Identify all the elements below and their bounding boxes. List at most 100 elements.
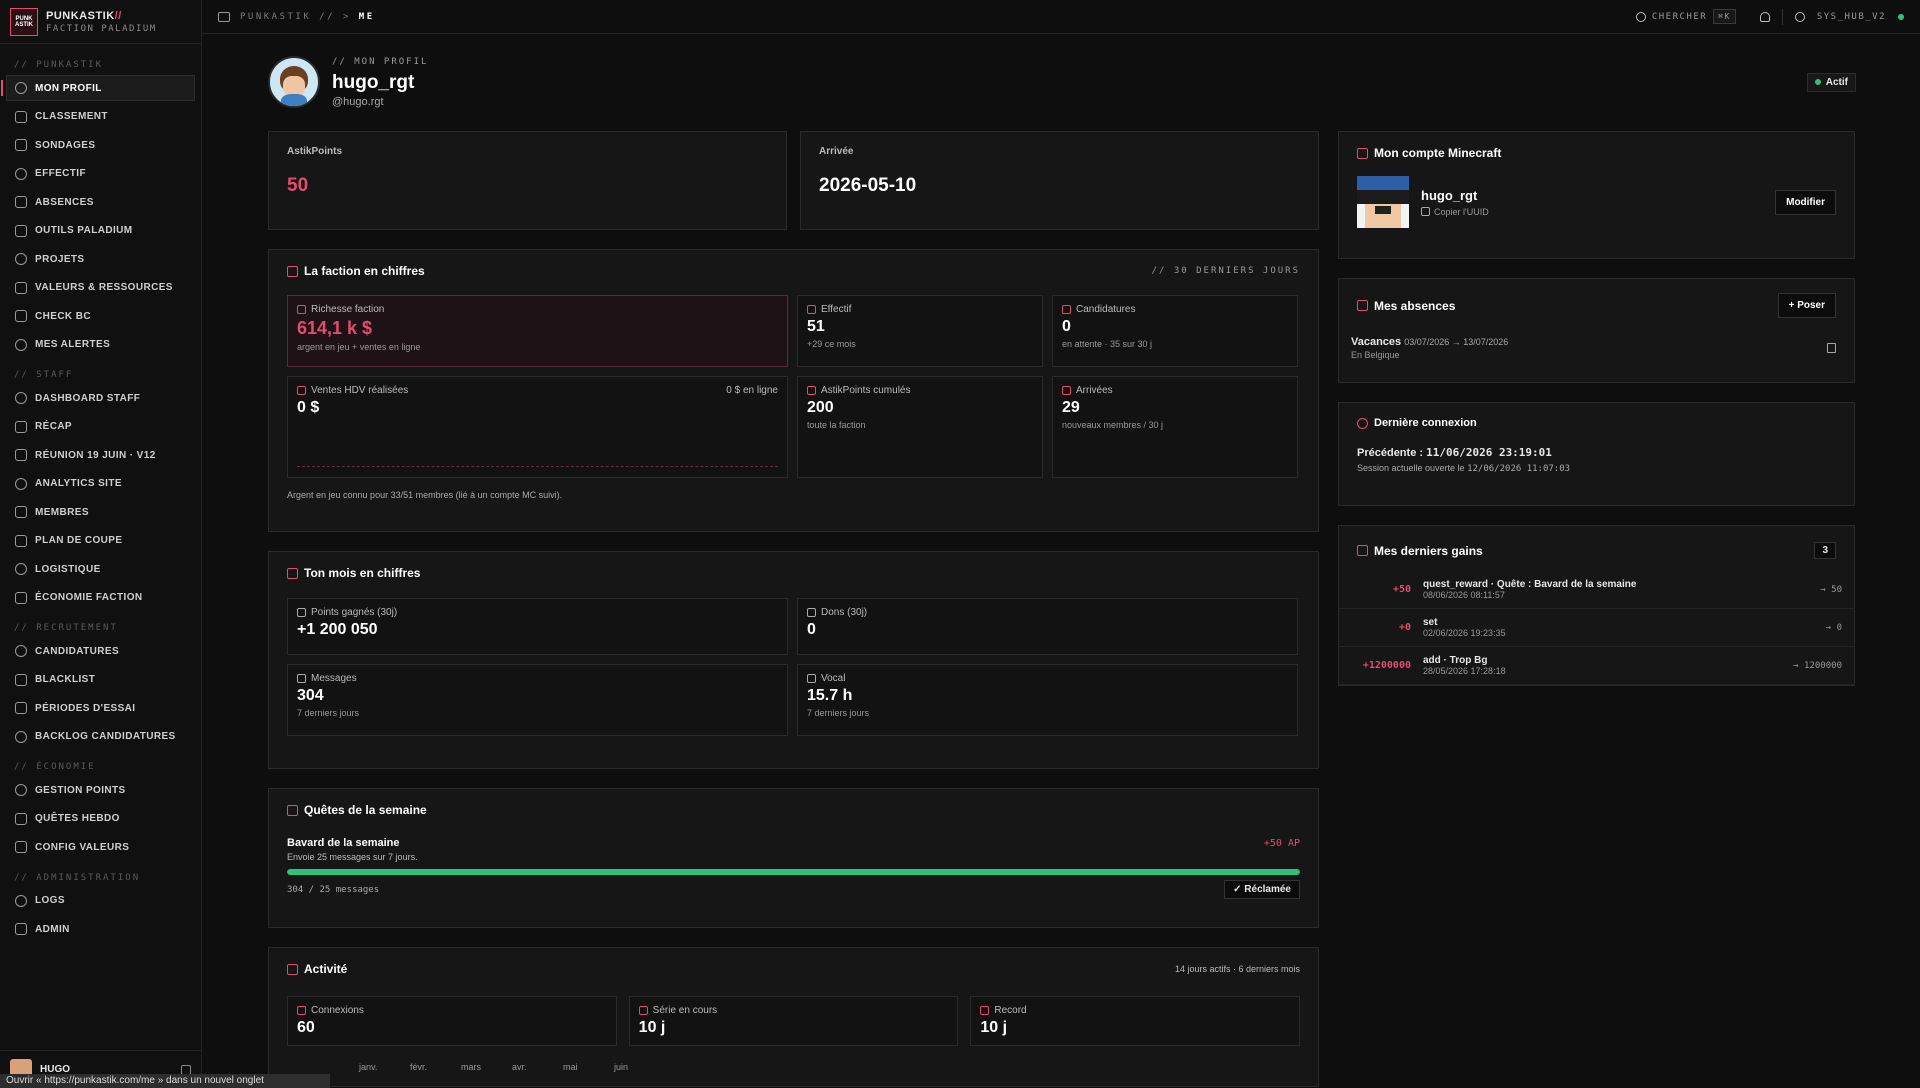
sidebar-item-label: SONDAGES xyxy=(35,139,96,151)
sidebar-item[interactable]: ADMIN xyxy=(6,916,195,942)
gift-icon xyxy=(807,608,816,617)
wealth-kpi: Richesse faction 614,1 k $ argent en jeu… xyxy=(287,295,788,367)
sidebar-item[interactable]: LOGS xyxy=(6,888,195,914)
sidebar-item[interactable]: DASHBOARD STAFF xyxy=(6,385,195,411)
sidebar-item-label: QUÊTES HEBDO xyxy=(35,813,120,824)
month-label: mars xyxy=(461,1062,481,1072)
nav-icon xyxy=(15,281,27,294)
sidebar-item[interactable]: PÉRIODES D'ESSAI xyxy=(6,695,195,721)
sidebar-item-label: CANDIDATURES xyxy=(35,645,120,657)
swords-icon xyxy=(287,804,298,816)
nav-icon xyxy=(15,534,27,547)
status-label: Actif xyxy=(1825,76,1848,88)
sidebar-item[interactable]: OUTILS PALADIUM xyxy=(6,218,195,244)
message-icon xyxy=(297,674,306,683)
user-plus-icon xyxy=(1062,386,1071,395)
sidebar-item-label: MON PROFIL xyxy=(35,82,102,94)
sidebar-item[interactable]: LOGISTIQUE xyxy=(6,556,195,582)
brand[interactable]: PUNK ASTIK PUNKASTIK// FACTION PALADIUM xyxy=(0,0,201,44)
search-button[interactable]: CHERCHER ⌘K xyxy=(1635,9,1736,24)
nav-icon xyxy=(15,253,27,265)
gain-row: +50 quest_reward · Quête : Bavard de la s… xyxy=(1339,571,1854,609)
nav-icon xyxy=(15,591,27,604)
gain-total: → 1200000 xyxy=(1793,660,1842,671)
ap-label: AstikPoints cumulés xyxy=(821,385,911,396)
sidebar-item[interactable]: BLACKLIST xyxy=(6,667,195,693)
gain-points: +0 xyxy=(1398,622,1411,633)
add-absence-button[interactable]: + Poser xyxy=(1777,293,1836,318)
messages-kpi: Messages 304 7 derniers jours xyxy=(287,664,788,736)
sidebar-item[interactable]: ANALYTICS SITE xyxy=(6,471,195,497)
sidebar-item[interactable]: ABSENCES xyxy=(6,189,195,215)
calendar-off-icon xyxy=(1357,300,1368,311)
link-icon xyxy=(807,386,816,395)
sidebar-item-label: CHECK BC xyxy=(35,310,91,322)
sidebar-item[interactable]: MEMBRES xyxy=(6,499,195,525)
record-label: Record xyxy=(994,1005,1027,1016)
hub-label: SYS_HUB_V2 xyxy=(1816,11,1886,22)
sidebar-item[interactable]: CLASSEMENT xyxy=(6,104,195,130)
sidebar-toggle-icon[interactable] xyxy=(218,11,230,22)
sidebar-item[interactable]: EFFECTIF xyxy=(6,161,195,187)
status-url: Ouvrir « https://punkastik.com/me » dans… xyxy=(0,1074,330,1088)
sidebar-item[interactable]: MON PROFIL xyxy=(1,75,195,101)
trend-icon xyxy=(287,265,298,277)
faction-note: Argent en jeu connu pour 33/51 membres (… xyxy=(287,490,563,500)
sidebar-item[interactable]: PROJETS xyxy=(6,246,195,272)
hdv-online: 0 $ en ligne xyxy=(726,385,778,396)
theme-icon[interactable] xyxy=(1794,11,1805,22)
sidebar-item-label: PLAN DE COUPE xyxy=(35,535,123,546)
hdv-label: Ventes HDV réalisées xyxy=(311,385,409,396)
sidebar-section-title: // ÉCONOMIE xyxy=(14,762,96,772)
nav-icon xyxy=(15,449,27,461)
sidebar-item[interactable]: QUÊTES HEBDO xyxy=(6,806,195,832)
sidebar-item[interactable]: ÉCONOMIE FACTION xyxy=(6,585,195,611)
logout-icon[interactable] xyxy=(181,1064,191,1075)
sidebar-item[interactable]: MES ALERTES xyxy=(6,332,195,358)
trash-icon[interactable] xyxy=(1827,343,1836,353)
sidebar-item-label: ABSENCES xyxy=(35,196,94,208)
profile-handle: @hugo.rgt xyxy=(332,95,384,108)
brand-subtitle: FACTION PALADIUM xyxy=(46,23,157,34)
search-icon xyxy=(1635,11,1646,22)
sidebar-item[interactable]: RÉCAP xyxy=(6,414,195,440)
sidebar-item-label: LOGS xyxy=(35,895,65,906)
sidebar-item[interactable]: GESTION POINTS xyxy=(6,777,195,803)
gain-row: +0 set 02/06/2026 19:23:35 → 0 xyxy=(1339,609,1854,647)
sidebar-item[interactable]: RÉUNION 19 JUIN · V12 xyxy=(6,442,195,468)
sidebar-item[interactable]: SONDAGES xyxy=(6,132,195,158)
ap-cumul-kpi: AstikPoints cumulés 200 toute la faction xyxy=(797,376,1043,478)
sidebar-item[interactable]: PLAN DE COUPE xyxy=(6,528,195,554)
nav-icon xyxy=(15,841,27,853)
status-badge: Actif xyxy=(1806,72,1856,92)
flame-icon xyxy=(638,1006,648,1015)
prev-login-value: 11/06/2026 23:19:01 xyxy=(1426,446,1552,459)
search-shortcut: ⌘K xyxy=(1713,9,1736,24)
bell-icon[interactable] xyxy=(1759,11,1770,22)
edit-minecraft-button[interactable]: Modifier xyxy=(1775,189,1836,215)
absences-card: Mes absences + Poser Vacances 03/07/2026… xyxy=(1338,278,1855,383)
copy-uuid-button[interactable]: Copier l'UUID xyxy=(1421,207,1489,217)
connexions-kpi: Connexions 60 xyxy=(287,996,617,1046)
sidebar-item[interactable]: BACKLOG CANDIDATURES xyxy=(6,724,195,750)
conn-label: Connexions xyxy=(311,1005,364,1016)
nav-icon xyxy=(15,139,27,151)
online-dot xyxy=(1898,13,1904,20)
breadcrumb-root[interactable]: PUNKASTIK // xyxy=(240,12,335,22)
cand-value: 0 xyxy=(1062,318,1071,335)
sidebar-item[interactable]: CONFIG VALEURS xyxy=(6,834,195,860)
effectif-sub: +29 ce mois xyxy=(807,339,856,349)
last-login-card: Dernière connexion Précédente : 11/06/20… xyxy=(1338,402,1855,506)
effectif-value: 51 xyxy=(807,318,825,335)
copy-icon xyxy=(1421,207,1430,216)
bolt-icon xyxy=(297,1006,306,1015)
sidebar-item-label: PÉRIODES D'ESSAI xyxy=(35,702,136,714)
sidebar-item[interactable]: CHECK BC xyxy=(6,303,195,329)
sidebar-item[interactable]: VALEURS & RESSOURCES xyxy=(6,275,195,301)
gamepad-icon xyxy=(1357,147,1368,159)
sidebar-item[interactable]: CANDIDATURES xyxy=(6,638,195,664)
faction-title: La faction en chiffres xyxy=(304,264,425,278)
astikpoints-value: 50 xyxy=(287,175,309,196)
quest-progress-text: 304 / 25 messages xyxy=(287,884,380,895)
profile-avatar xyxy=(268,56,320,108)
